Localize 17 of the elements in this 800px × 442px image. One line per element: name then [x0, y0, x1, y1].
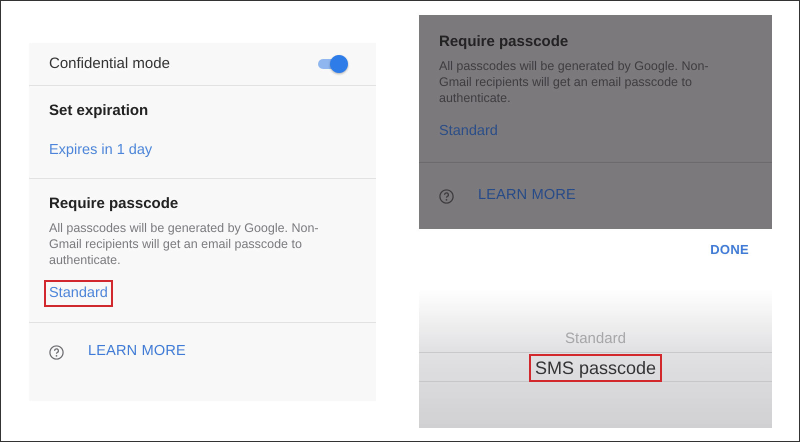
learn-more-link[interactable]: LEARN MORE — [88, 341, 186, 363]
picker-option[interactable]: SMS passcode — [419, 352, 772, 382]
passcode-link[interactable]: Standard — [436, 120, 501, 144]
picker-option[interactable]: Standard — [419, 326, 772, 352]
expiration-link[interactable]: Expires in 1 day — [46, 138, 156, 162]
help-icon — [49, 344, 64, 360]
toggle-switch[interactable] — [318, 55, 348, 73]
section-title: Require passcode — [49, 194, 180, 214]
passcode-link[interactable]: Standard — [46, 282, 111, 306]
description-text: All passcodes will be generated by Google. Non-Gmail recipients will get an email passcode to authenticate. — [439, 58, 710, 106]
toggle-label: Confidential mode — [49, 54, 170, 74]
section-title: Require passcode — [439, 32, 570, 52]
done-button[interactable]: DONE — [710, 240, 749, 260]
section-title: Set expiration — [49, 101, 150, 121]
help-icon — [439, 188, 454, 204]
description-text: All passcodes will be generated by Google. Non-Gmail recipients will get an email passcode to authenticate. — [49, 220, 320, 268]
learn-more-link[interactable]: LEARN MORE — [478, 185, 576, 207]
